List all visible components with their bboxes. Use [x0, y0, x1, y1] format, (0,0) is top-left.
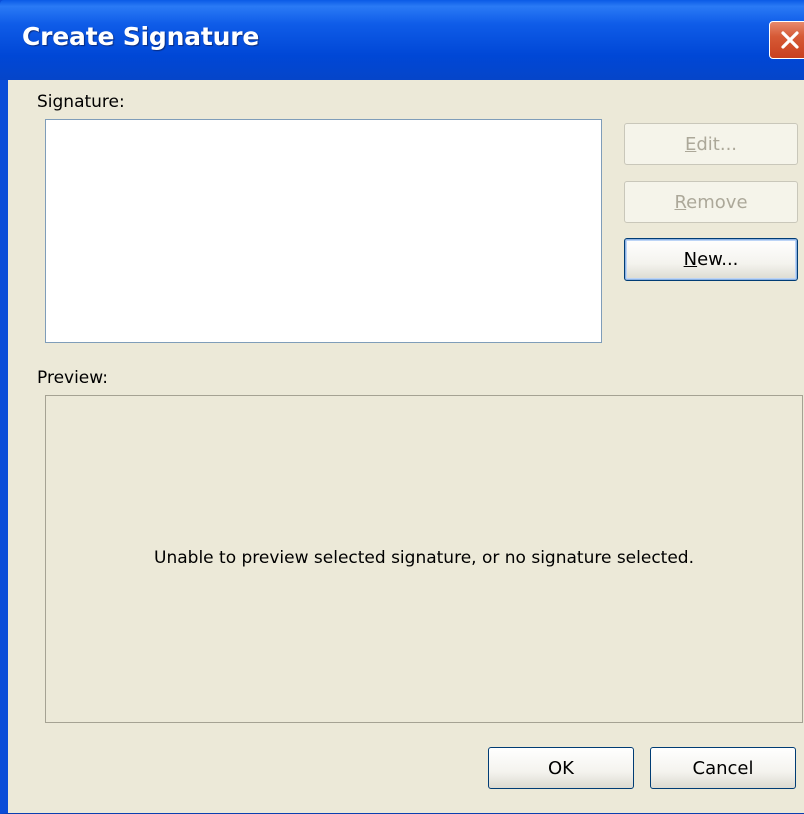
- preview-message: Unable to preview selected signature, or…: [154, 548, 694, 568]
- window-title: Create Signature: [22, 22, 260, 51]
- close-icon: [781, 31, 799, 49]
- cancel-button[interactable]: Cancel: [650, 747, 796, 789]
- title-bar[interactable]: Create Signature: [0, 0, 804, 80]
- preview-pane: Unable to preview selected signature, or…: [45, 395, 803, 723]
- signature-label: Signature:: [37, 92, 125, 112]
- create-signature-dialog: Create Signature Signature: Edit... Remo…: [0, 0, 804, 814]
- edit-button[interactable]: Edit...: [624, 123, 798, 165]
- ok-button-label: OK: [548, 757, 574, 779]
- signature-list[interactable]: [45, 119, 602, 343]
- remove-button[interactable]: Remove: [624, 181, 798, 223]
- edit-button-label: Edit...: [684, 133, 738, 155]
- new-button-label: New...: [683, 249, 739, 270]
- new-button[interactable]: New...: [624, 238, 798, 281]
- remove-button-label: Remove: [674, 191, 748, 213]
- preview-label: Preview:: [37, 368, 108, 388]
- close-button[interactable]: [769, 21, 804, 59]
- ok-button[interactable]: OK: [488, 747, 634, 789]
- cancel-button-label: Cancel: [692, 757, 754, 779]
